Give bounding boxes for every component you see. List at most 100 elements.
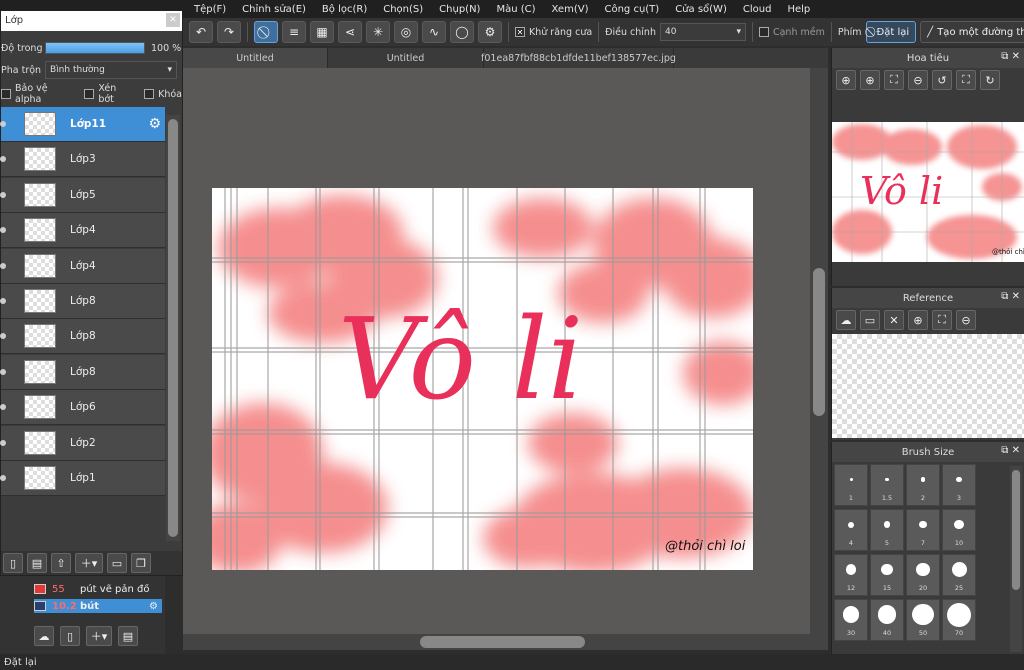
brush-size-option[interactable]: 70	[942, 599, 976, 641]
tab-untitled-1[interactable]: Untitled	[183, 48, 328, 68]
layer-list-scrollbar[interactable]	[166, 115, 180, 541]
layer-row[interactable]: Lớp6	[0, 390, 165, 426]
snap-radial-button[interactable]: ✳	[366, 21, 390, 43]
redo-button[interactable]: ↷	[217, 21, 241, 43]
brush-size-option[interactable]: 2	[906, 464, 940, 506]
vertical-scroll-thumb[interactable]	[813, 268, 825, 416]
visibility-icon[interactable]	[0, 191, 6, 198]
canvas-area[interactable]: Vô li @thỏi chì loi	[183, 68, 828, 634]
snap-ellipse-button[interactable]: ◯	[450, 21, 474, 43]
brush-size-option[interactable]: 7	[906, 509, 940, 551]
reference-fit-button[interactable]: ⛶	[932, 310, 952, 330]
straight-line-button[interactable]: ╱ Tạo một đường thẳng	[920, 21, 1024, 43]
horizontal-scroll-thumb[interactable]	[420, 636, 585, 648]
reference-cloud-button[interactable]: ☁	[836, 310, 856, 330]
menu-filter[interactable]: Bộ lọc(R)	[322, 4, 367, 15]
menu-capture[interactable]: Chụp(N)	[439, 4, 480, 15]
brush-size-option[interactable]: 15	[870, 554, 904, 596]
menu-view[interactable]: Xem(V)	[552, 4, 589, 15]
rotate-right-button[interactable]: ↻	[980, 70, 1000, 90]
brush-size-scrollbar[interactable]	[1010, 466, 1022, 652]
gear-icon[interactable]: ⚙	[148, 116, 161, 132]
tab-image-file[interactable]: f01ea87fbf88cb1dfde11bef138577ec.jpg	[481, 48, 676, 68]
protect-alpha-checkbox[interactable]	[1, 89, 11, 99]
zoom-out-button[interactable]: ⊖	[908, 70, 928, 90]
snap-off-button[interactable]: ⃠	[254, 21, 278, 43]
brush-add-menu-button[interactable]: ＋▾	[86, 626, 112, 646]
gear-icon[interactable]: ⚙	[149, 601, 158, 612]
canvas-horizontal-scrollbar[interactable]	[183, 634, 828, 650]
reference-zoom-out-button[interactable]: ⊖	[956, 310, 976, 330]
brush-size-option[interactable]: 30	[834, 599, 868, 641]
zoom-in-button[interactable]: ⊕	[860, 70, 880, 90]
new-halftone-layer-button[interactable]: ▤	[27, 553, 47, 573]
antialias-checkbox[interactable]: ✕	[515, 27, 525, 37]
brush-size-scroll-thumb[interactable]	[1012, 470, 1020, 590]
brush-size-option[interactable]: 3	[942, 464, 976, 506]
add-layer-menu-button[interactable]: ＋▾	[75, 553, 103, 573]
brush-size-option[interactable]: 20	[906, 554, 940, 596]
layer-row[interactable]: Lớp8	[0, 319, 165, 355]
visibility-icon[interactable]	[0, 298, 6, 304]
popout-close-icons[interactable]: ⧉ ✕	[1001, 51, 1020, 62]
reference-close-button[interactable]: ✕	[884, 310, 904, 330]
brush-size-option[interactable]: 25	[942, 554, 976, 596]
soft-edge-checkbox[interactable]	[758, 27, 769, 37]
duplicate-layer-button[interactable]: ❐	[131, 553, 151, 573]
flip-button[interactable]: ⛶	[956, 70, 976, 90]
layer-row[interactable]: Lớp2	[0, 425, 165, 461]
snap-perspective-button[interactable]: ⋖	[338, 21, 362, 43]
reset-button[interactable]: ⃠ Đặt lại	[865, 21, 917, 43]
blend-mode-select[interactable]: Bình thường ▾	[45, 61, 177, 79]
menu-help[interactable]: Help	[787, 4, 810, 15]
layer-row[interactable]: Lớp1	[0, 461, 165, 496]
opacity-slider[interactable]	[45, 42, 145, 54]
menu-color[interactable]: Màu (C)	[496, 4, 535, 15]
brush-size-option[interactable]: 4	[834, 509, 868, 551]
layer-row[interactable]: Lớp11 ⚙	[0, 107, 165, 142]
brush-size-option[interactable]: 1.5	[870, 464, 904, 506]
import-layer-button[interactable]: ⇧	[51, 553, 71, 573]
menu-tools[interactable]: Công cụ(T)	[604, 4, 659, 15]
visibility-icon[interactable]	[0, 368, 6, 375]
new-brush-button[interactable]: ▯	[60, 626, 80, 646]
snap-settings-button[interactable]: ⚙	[478, 21, 502, 43]
brush-size-option[interactable]: 1	[834, 464, 868, 506]
snap-grid-button[interactable]: ▦	[310, 21, 334, 43]
new-layer-button[interactable]: ▯	[3, 553, 23, 573]
reference-canvas[interactable]	[832, 334, 1024, 438]
visibility-icon[interactable]	[0, 121, 6, 127]
snap-curve-button[interactable]: ∿	[422, 21, 446, 43]
cloud-brush-button[interactable]: ☁	[34, 626, 54, 646]
zoom-fit-button[interactable]: ⊕	[836, 70, 856, 90]
popout-close-icons[interactable]: ⧉ ✕	[1001, 291, 1020, 302]
new-folder-button[interactable]: ▭	[107, 553, 127, 573]
menu-window[interactable]: Cửa sổ(W)	[675, 4, 727, 15]
snap-parallel-button[interactable]: ≡	[282, 21, 306, 43]
visibility-icon[interactable]	[0, 227, 6, 234]
canvas-vertical-scrollbar[interactable]	[810, 68, 828, 634]
layer-scroll-thumb[interactable]	[168, 119, 178, 537]
brush-size-option[interactable]: 50	[906, 599, 940, 641]
brush-item-0[interactable]: 55 pút vẽ pản đồ	[34, 582, 162, 596]
adjust-select[interactable]: 40 ▾	[659, 23, 746, 41]
close-icon[interactable]: ✕	[166, 13, 180, 27]
brush-size-option[interactable]: 40	[870, 599, 904, 641]
brush-settings-button[interactable]: ▤	[118, 626, 138, 646]
brush-size-option[interactable]: 10	[942, 509, 976, 551]
brush-item-1[interactable]: 10.2 bút ⚙	[34, 599, 162, 613]
clipping-checkbox[interactable]	[84, 89, 95, 99]
fit-window-button[interactable]: ⛶	[884, 70, 904, 90]
popout-close-icons[interactable]: ⧉ ✕	[1001, 445, 1020, 456]
snap-circle-button[interactable]: ◎	[394, 21, 418, 43]
visibility-icon[interactable]	[0, 156, 6, 163]
brush-size-option[interactable]: 5	[870, 509, 904, 551]
visibility-icon[interactable]	[0, 404, 6, 411]
visibility-icon[interactable]	[0, 333, 6, 340]
brush-size-option[interactable]: 12	[834, 554, 868, 596]
layer-row[interactable]: Lớp4	[0, 213, 165, 249]
layer-row[interactable]: Lớp8	[0, 354, 165, 390]
reference-zoom-in-button[interactable]: ⊕	[908, 310, 928, 330]
layer-row[interactable]: Lớp3	[0, 142, 165, 178]
layer-row[interactable]: Lớp4	[0, 248, 165, 284]
